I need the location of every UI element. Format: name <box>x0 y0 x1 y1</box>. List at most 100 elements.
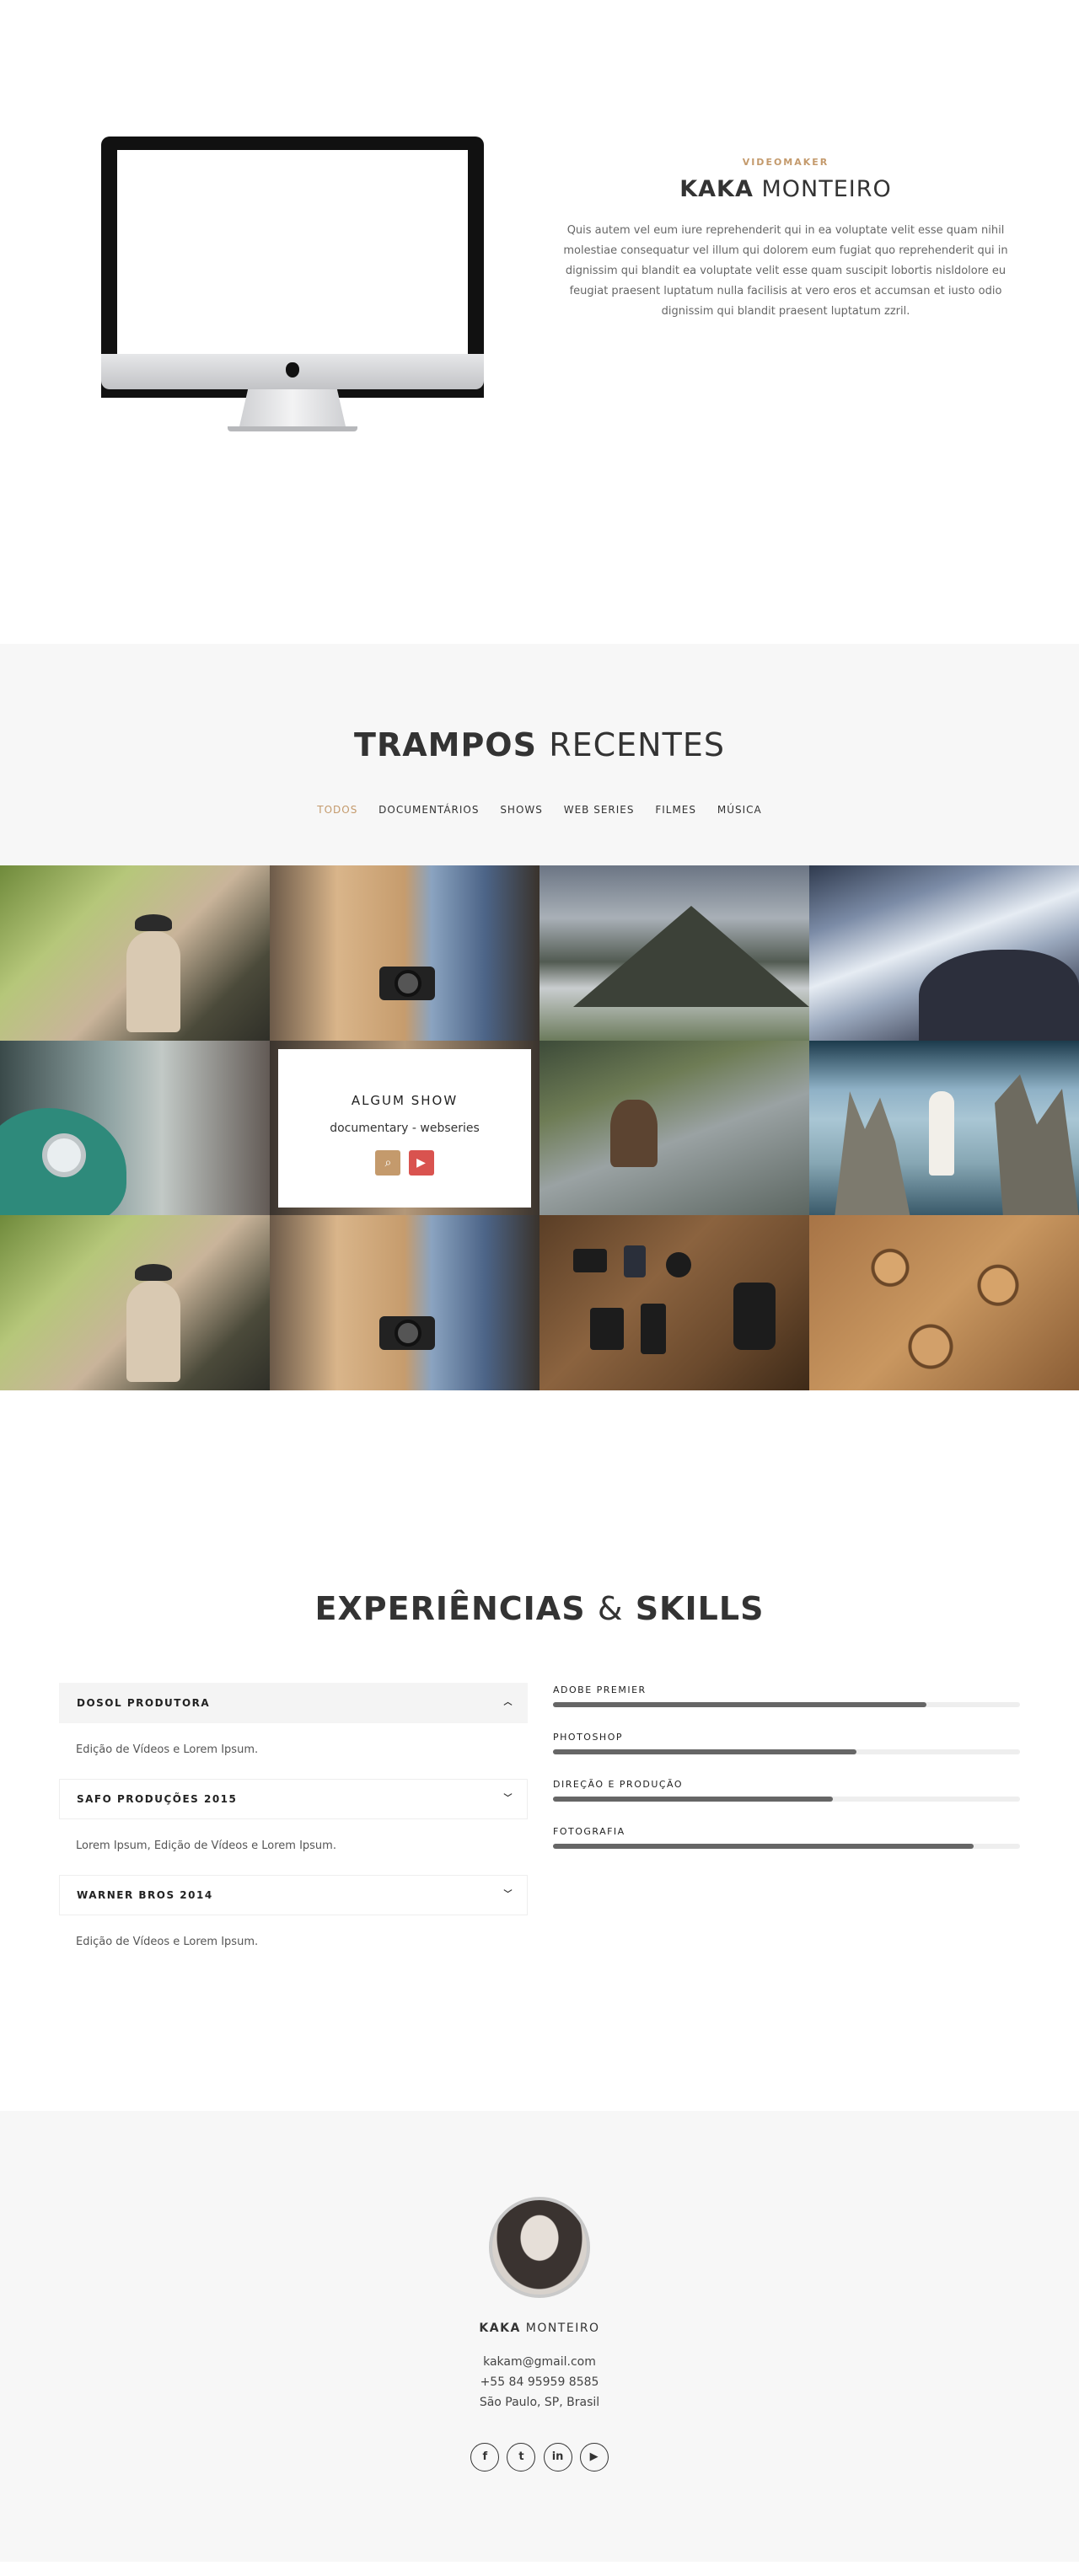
photo-detail <box>995 1074 1079 1215</box>
portfolio-item[interactable] <box>0 865 270 1041</box>
photo-detail <box>135 1264 172 1281</box>
twitter-icon[interactable]: t <box>507 2443 536 2472</box>
accordion-body: Lorem Ipsum, Edição de Vídeos e Lorem Ip… <box>76 1840 336 1852</box>
portfolio-section: TRAMPOS RECENTES TODOS DOCUMENTÁRIOS SHO… <box>0 644 1079 1390</box>
portfolio-item[interactable] <box>0 1041 270 1215</box>
photo-detail <box>126 1281 180 1382</box>
skill-fill <box>553 1702 927 1707</box>
skill-fill <box>553 1844 974 1849</box>
portfolio-item-active[interactable]: ALGUM SHOW documentary - webseries ⌕ ▶ <box>270 1041 540 1215</box>
portfolio-title: TRAMPOS RECENTES <box>0 726 1079 763</box>
youtube-icon[interactable]: ▶ <box>408 1150 434 1176</box>
skill-bar: ADOBE PREMIER <box>553 1684 1020 1732</box>
portfolio-item[interactable] <box>540 1215 809 1390</box>
imac-stand <box>239 389 346 426</box>
portfolio-item[interactable] <box>809 1041 1079 1215</box>
accordion-body: Edição de Vídeos e Lorem Ipsum. <box>76 1936 259 1948</box>
skills-title-amp: & <box>597 1590 624 1627</box>
experience-accordion: DOSOL PRODUTORA ︿ Edição de Vídeos e Lor… <box>59 1683 528 1971</box>
skills-title: EXPERIÊNCIAS & SKILLS <box>0 1590 1079 1627</box>
overlay-buttons: ⌕ ▶ <box>278 1150 531 1176</box>
photo-detail <box>590 1308 624 1350</box>
portfolio-item[interactable] <box>270 865 540 1041</box>
skills-section: EXPERIÊNCIAS & SKILLS DOSOL PRODUTORA ︿ … <box>0 1390 1079 2111</box>
chevron-up-icon: ︿ <box>503 1698 513 1707</box>
search-icon[interactable]: ⌕ <box>375 1150 401 1176</box>
portfolio-filters: TODOS DOCUMENTÁRIOS SHOWS WEB SERIES FIL… <box>0 804 1079 816</box>
intro-name-light: MONTEIRO <box>761 176 892 202</box>
filter-web-series[interactable]: WEB SERIES <box>564 804 635 816</box>
filter-todos[interactable]: TODOS <box>317 804 357 816</box>
overlay-subtitle: documentary - webseries <box>330 1122 480 1135</box>
photo-detail <box>573 1249 607 1272</box>
photo-detail <box>135 914 172 931</box>
intro-name: KAKA MONTEIRO <box>556 176 1015 202</box>
intro-block: VIDEOMAKER KAKA MONTEIRO Quis autem vel … <box>556 157 1015 322</box>
imac-screen <box>117 150 468 354</box>
about-section: VIDEOMAKER KAKA MONTEIRO Quis autem vel … <box>0 0 1079 644</box>
filter-filmes[interactable]: FILMES <box>655 804 696 816</box>
photo-detail <box>573 906 809 1007</box>
skills-title-bold-1: EXPERIÊNCIAS <box>314 1590 586 1627</box>
footer-name: KAKA MONTEIRO <box>0 2322 1079 2335</box>
chevron-down-icon: ﹀ <box>503 1890 513 1899</box>
skill-bar: FOTOGRAFIA <box>553 1826 1020 1873</box>
accordion-title: DOSOL PRODUTORA <box>77 1697 211 1709</box>
skill-bar: DIREÇÃO E PRODUÇÃO <box>553 1779 1020 1826</box>
portfolio-title-light: RECENTES <box>549 726 725 763</box>
chevron-down-icon: ﹀ <box>503 1794 513 1803</box>
portfolio-item[interactable] <box>809 1215 1079 1390</box>
portfolio-item[interactable] <box>540 865 809 1041</box>
photo-detail <box>666 1252 691 1277</box>
skill-track <box>553 1797 1020 1802</box>
photo-detail <box>733 1283 776 1350</box>
footer-email[interactable]: kakam@gmail.com <box>0 2355 1079 2369</box>
photo-detail <box>126 931 180 1032</box>
accordion-header[interactable]: DOSOL PRODUTORA ︿ <box>59 1683 528 1723</box>
linkedin-icon[interactable]: in <box>543 2443 572 2472</box>
portfolio-item[interactable] <box>0 1215 270 1390</box>
contact-footer: KAKA MONTEIRO kakam@gmail.com +55 84 959… <box>0 2111 1079 2562</box>
accordion-header[interactable]: SAFO PRODUÇÕES 2015 ﹀ <box>59 1779 528 1819</box>
imac-chin <box>101 354 484 389</box>
intro-name-bold: KAKA <box>679 176 754 202</box>
portfolio-item[interactable] <box>809 865 1079 1041</box>
skill-track <box>553 1749 1020 1754</box>
skill-label: ADOBE PREMIER <box>553 1684 647 1695</box>
footer-name-bold: KAKA <box>479 2322 521 2335</box>
photo-detail <box>624 1245 646 1277</box>
accordion-header[interactable]: WARNER BROS 2014 ﹀ <box>59 1875 528 1915</box>
skill-track <box>553 1702 1020 1707</box>
photo-detail <box>929 1091 954 1176</box>
imac-base <box>228 426 357 431</box>
filter-shows[interactable]: SHOWS <box>500 804 543 816</box>
filter-documentarios[interactable]: DOCUMENTÁRIOS <box>378 804 479 816</box>
youtube-icon[interactable]: ▶ <box>579 2443 609 2472</box>
skill-fill <box>553 1797 834 1802</box>
skill-label: PHOTOSHOP <box>553 1732 623 1743</box>
portfolio-item[interactable] <box>270 1215 540 1390</box>
photo-detail <box>835 1091 910 1215</box>
skill-fill <box>553 1749 857 1754</box>
portfolio-grid: ALGUM SHOW documentary - webseries ⌕ ▶ <box>0 865 1079 1390</box>
facebook-icon[interactable]: f <box>470 2443 500 2472</box>
imac-mockup <box>101 137 484 431</box>
photo-detail <box>919 950 1079 1041</box>
role-label: VIDEOMAKER <box>742 157 829 168</box>
portfolio-title-bold: TRAMPOS <box>354 726 537 763</box>
footer-name-light: MONTEIRO <box>525 2322 600 2335</box>
photo-detail <box>42 1133 86 1177</box>
footer-location: São Paulo, SP, Brasil <box>479 2396 600 2409</box>
portfolio-overlay-card: ALGUM SHOW documentary - webseries ⌕ ▶ <box>278 1049 531 1208</box>
accordion-title: SAFO PRODUÇÕES 2015 <box>77 1793 238 1805</box>
overlay-title: ALGUM SHOW <box>351 1093 459 1108</box>
accordion-title: WARNER BROS 2014 <box>77 1889 213 1901</box>
skill-track <box>553 1844 1020 1849</box>
photo-detail <box>610 1100 658 1167</box>
photo-detail <box>395 1320 421 1347</box>
avatar <box>489 2197 590 2298</box>
portfolio-item[interactable] <box>540 1041 809 1215</box>
skill-bars: ADOBE PREMIER PHOTOSHOP DIREÇÃO E PRODUÇ… <box>553 1684 1020 1873</box>
filter-musica[interactable]: MÚSICA <box>717 804 762 816</box>
intro-paragraph: Quis autem vel eum iure reprehenderit qu… <box>563 224 1008 318</box>
